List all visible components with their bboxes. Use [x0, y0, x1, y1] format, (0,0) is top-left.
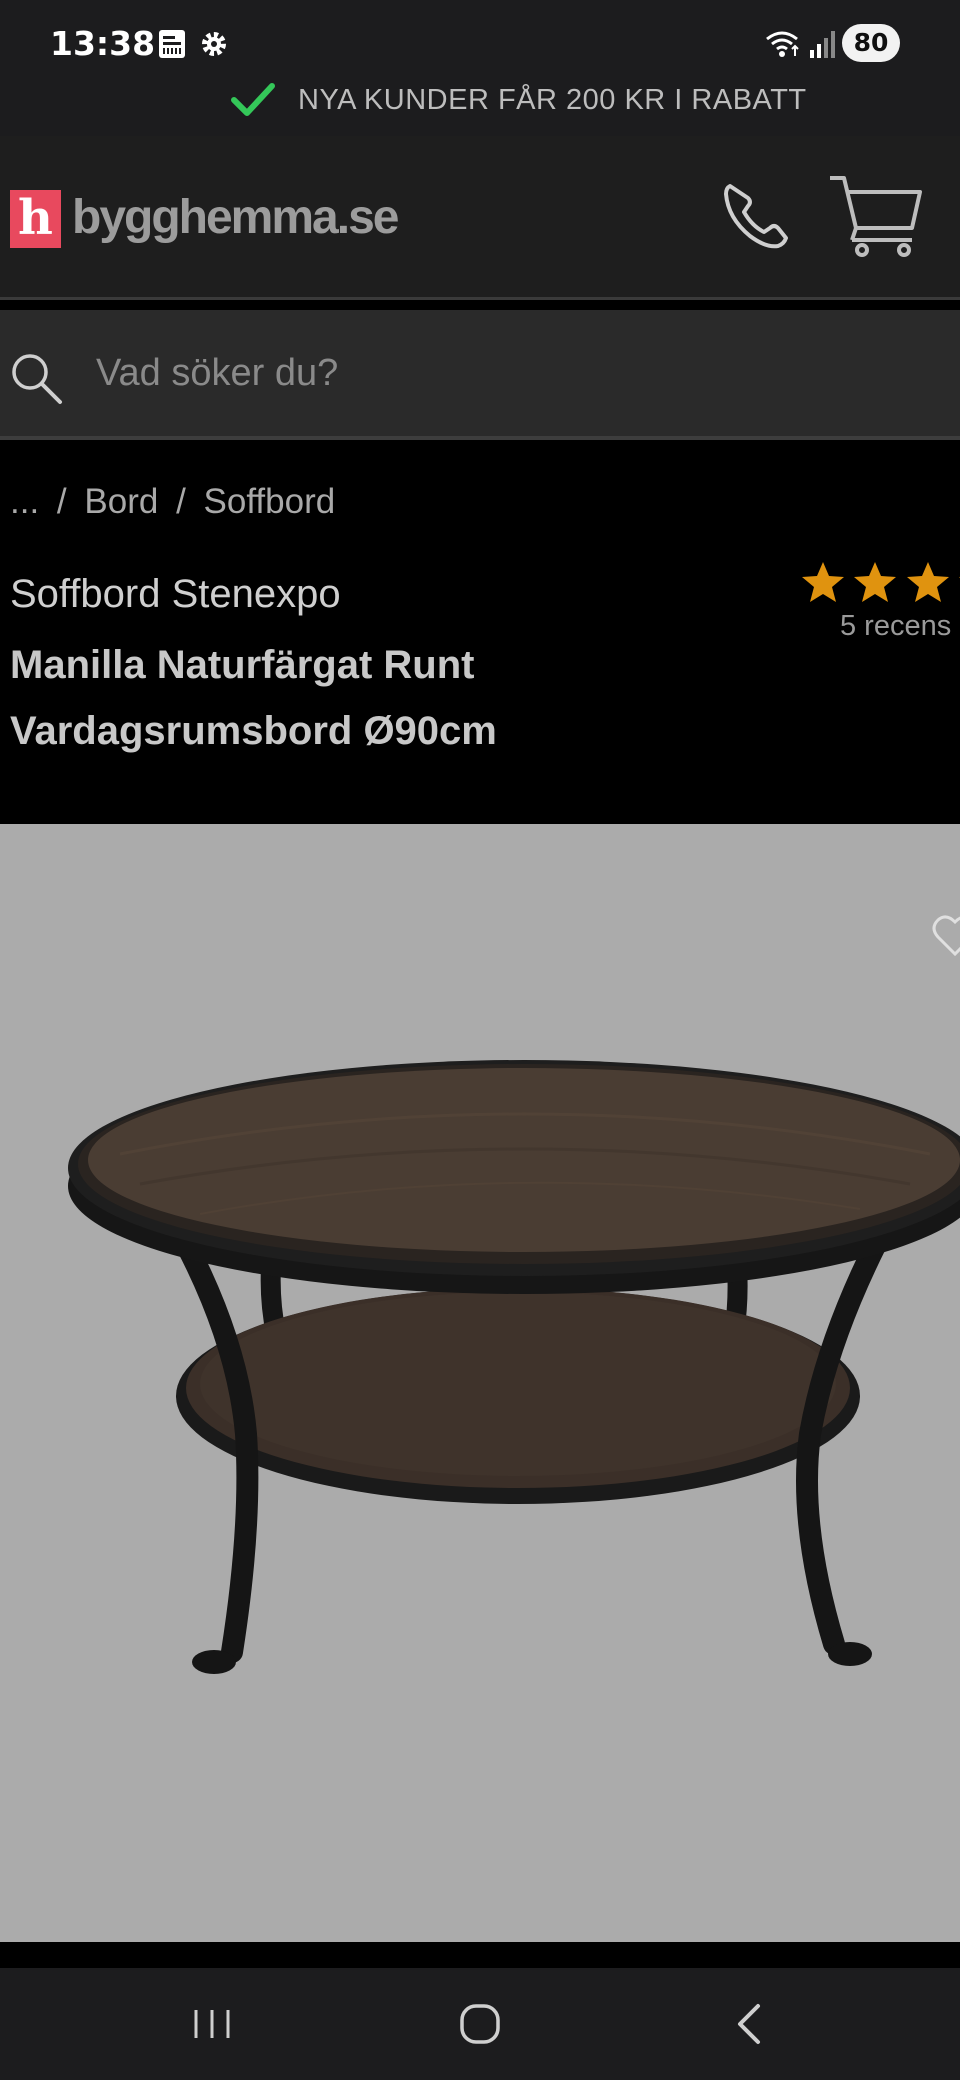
product-title: Manilla Naturfärgat Runt Vardagsrumsbord…: [10, 643, 497, 753]
product-rating[interactable]: 5 recens: [800, 560, 960, 642]
star-icon: [802, 562, 844, 602]
star-icon: [854, 562, 897, 602]
battery-indicator: 80: [842, 24, 900, 62]
logo-mark: h: [10, 190, 61, 248]
logo-text: bygghemma.se: [72, 191, 399, 244]
product-image[interactable]: [0, 824, 960, 1942]
home-icon[interactable]: [440, 1996, 520, 2052]
star-icon: [906, 562, 949, 602]
review-count: 5 recens: [840, 610, 952, 642]
recents-icon[interactable]: [172, 1996, 252, 2052]
heart-icon[interactable]: [930, 910, 960, 960]
search-icon[interactable]: [8, 350, 64, 406]
phone-icon[interactable]: [716, 176, 796, 256]
promo-banner: NYA KUNDER FÅR 200 KR I RABATT: [0, 70, 960, 136]
breadcrumb-separator: /: [176, 482, 186, 521]
sim-card-icon: [159, 30, 185, 58]
system-nav-bar: [0, 1968, 960, 2080]
signal-icon: [810, 31, 835, 58]
search-input[interactable]: [96, 338, 936, 408]
cart-icon[interactable]: [826, 170, 926, 260]
site-header: h bygghemma.se: [0, 136, 960, 300]
wifi-icon: [766, 31, 799, 57]
promo-text: NYA KUNDER FÅR 200 KR I RABATT: [298, 84, 807, 116]
search-bar: [0, 310, 960, 440]
status-bar: 13:38 80: [0, 0, 960, 70]
back-icon[interactable]: [710, 1996, 790, 2052]
rating-stars: [800, 560, 960, 609]
status-time: 13:38: [50, 24, 156, 63]
checkmark-icon: [231, 83, 275, 116]
breadcrumb: ... / Bord / Soffbord: [10, 482, 343, 522]
breadcrumb-ellipsis[interactable]: ...: [10, 482, 39, 521]
gear-icon: [202, 32, 226, 56]
coffee-table-image: [68, 1060, 960, 1674]
breadcrumb-item-bord[interactable]: Bord: [84, 482, 158, 521]
breadcrumb-separator: /: [56, 482, 67, 521]
breadcrumb-item-soffbord[interactable]: Soffbord: [204, 482, 336, 521]
product-brand-line: Soffbord Stenexpo: [10, 572, 341, 616]
